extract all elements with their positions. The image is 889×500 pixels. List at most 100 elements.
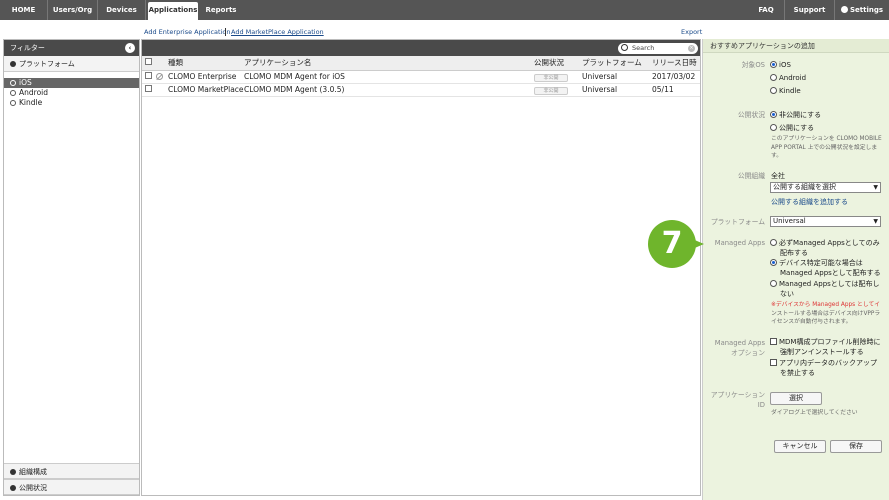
filter-item-label: iOS <box>19 78 32 87</box>
managed-option-line: デバイス特定可能な場合は <box>779 259 863 267</box>
cancel-button[interactable]: キャンセル <box>774 440 826 453</box>
search-input[interactable]: Search × <box>618 43 698 54</box>
checkbox-icon <box>770 359 777 366</box>
os-option-label: iOS <box>779 61 791 69</box>
status-badge: 非公開 <box>534 73 568 82</box>
save-button[interactable]: 保存 <box>830 440 882 453</box>
managed-option-line: ない <box>780 290 794 298</box>
note-line: ンストールする場合はデバイス向けVPPラ <box>771 310 881 317</box>
select-app-button[interactable]: 選択 <box>770 392 822 405</box>
col-type[interactable]: 種類 <box>168 56 244 71</box>
expand-icon <box>10 61 16 67</box>
export-link[interactable]: Export <box>681 28 702 36</box>
nav-support[interactable]: Support <box>784 0 834 20</box>
step-badge: 7 <box>648 220 696 268</box>
force-uninstall-option[interactable]: MDM構成プロファイル削除時に 強制アンインストールする <box>770 337 880 357</box>
os-option-label: Android <box>779 74 807 82</box>
cell-date: 05/11 <box>652 83 700 97</box>
filter-header: フィルター ‹ <box>4 40 139 56</box>
label-line: アプリケーション <box>710 391 765 399</box>
col-platform[interactable]: プラットフォーム <box>582 56 652 71</box>
app-table-panel: Search × 種類 アプリケーション名 公開状況 プラットフォーム リリース… <box>141 39 701 496</box>
nav-applications[interactable]: Applications <box>148 2 198 20</box>
nav-faq[interactable]: FAQ <box>748 0 784 20</box>
table-row[interactable]: CLOMO MarketPlace CLOMO MDM Agent (3.0.5… <box>142 83 700 97</box>
select-all-checkbox[interactable] <box>145 58 152 66</box>
row-icon-cell <box>156 70 168 84</box>
managed-label: Managed Apps <box>714 239 765 247</box>
disable-backup-option[interactable]: アプリ内データのバックアップ を禁止する <box>770 358 877 378</box>
collapse-icon[interactable]: ‹ <box>125 43 135 53</box>
cell-type: CLOMO MarketPlace <box>168 83 244 97</box>
status-group-header[interactable]: 公開状況 <box>4 479 139 495</box>
disabled-icon <box>156 73 163 80</box>
radio-icon <box>770 280 777 287</box>
publish-note: このアプリケーションを CLOMO MOBILE APP PORTAL 上での公… <box>771 135 882 161</box>
add-org-link[interactable]: 公開する組織を追加する <box>771 197 848 207</box>
platform-group-header[interactable]: プラットフォーム <box>4 56 139 72</box>
publish-option-label: 非公開にする <box>779 111 822 119</box>
nav-reports[interactable]: Reports <box>198 0 244 20</box>
filter-item-android[interactable]: Android <box>4 88 139 98</box>
circle-icon <box>10 80 16 86</box>
managed-option-never[interactable]: Managed Appsとしては配布し ない <box>770 279 879 299</box>
managed-option-line: 必ずManaged Appsとしてのみ <box>779 239 880 247</box>
radio-icon <box>770 111 777 118</box>
col-release[interactable]: リリース日時 <box>652 56 700 71</box>
cell-platform: Universal <box>582 70 652 84</box>
status-group-label: 公開状況 <box>19 484 47 492</box>
platform-select[interactable]: Universal ▼ <box>770 216 881 227</box>
add-marketplace-link[interactable]: Add MarketPlace Application <box>231 28 324 36</box>
filter-item-ios[interactable]: iOS <box>4 78 139 88</box>
cell-status: 非公開 <box>534 70 582 84</box>
radio-icon <box>770 87 777 94</box>
managed-option-if-identifiable[interactable]: デバイス特定可能な場合は Managed Appsとして配布する <box>770 258 881 278</box>
clear-icon[interactable]: × <box>688 45 695 52</box>
nav-devices[interactable]: Devices <box>98 0 146 20</box>
option-line: を禁止する <box>780 369 815 377</box>
org-select-value: 公開する組織を選択 <box>773 183 836 191</box>
org-select[interactable]: 公開する組織を選択 ▼ <box>770 182 881 193</box>
label-line: オプション <box>731 349 765 357</box>
row-checkbox[interactable] <box>145 72 152 79</box>
row-checkbox[interactable] <box>145 85 152 92</box>
org-group-header[interactable]: 組織構成 <box>4 463 139 479</box>
note-line: このアプリケーションを CLOMO MOBILE <box>771 136 882 142</box>
row-icon-cell <box>156 83 168 97</box>
managed-options-label: Managed Apps オプション <box>705 338 765 358</box>
row-select-cell <box>142 70 156 84</box>
filter-item-kindle[interactable]: Kindle <box>4 98 139 108</box>
platform-group-label: プラットフォーム <box>19 60 75 68</box>
filter-item-label: Kindle <box>19 98 43 107</box>
nav-home[interactable]: HOME <box>0 0 48 20</box>
radio-icon <box>770 61 777 68</box>
managed-option-always[interactable]: 必ずManaged Appsとしてのみ 配布する <box>770 238 880 258</box>
table-row[interactable]: CLOMO Enterprise CLOMO MDM Agent for iOS… <box>142 70 700 84</box>
note-line: イセンスが自動付与されます。 <box>771 319 852 325</box>
checkbox-icon <box>770 338 777 345</box>
add-enterprise-link[interactable]: Add Enterprise Application <box>144 28 230 36</box>
os-option-kindle[interactable]: Kindle <box>770 86 801 96</box>
top-nav: HOME Users/Org Devices Applications Repo… <box>0 0 889 20</box>
col-status[interactable]: 公開状況 <box>534 56 582 71</box>
managed-note: ※デバイスから Managed Apps としてイ ンストールする場合はデバイス… <box>771 301 880 327</box>
filter-panel: フィルター ‹ プラットフォーム iOS Android Kindle 組織構成… <box>3 39 140 496</box>
nav-settings-label: Settings <box>849 6 884 14</box>
app-id-note: ダイアログ上で選択してください <box>771 410 858 416</box>
option-line: アプリ内データのバックアップ <box>779 359 877 367</box>
publish-option-public[interactable]: 公開にする <box>770 123 814 133</box>
row-select-cell <box>142 83 156 97</box>
os-option-ios[interactable]: iOS <box>770 60 791 70</box>
circle-icon <box>10 90 16 96</box>
nav-users-org[interactable]: Users/Org <box>48 0 98 20</box>
nav-settings[interactable]: Settings <box>834 0 889 20</box>
cell-date: 2017/03/02 <box>652 70 700 84</box>
link-separator <box>225 28 226 36</box>
filter-item-label: Android <box>19 88 48 97</box>
col-name[interactable]: アプリケーション名 <box>244 56 534 71</box>
os-option-android[interactable]: Android <box>770 73 806 83</box>
org-group-label: 組織構成 <box>19 468 47 476</box>
table-toolbar: Search × <box>142 40 700 56</box>
chevron-down-icon: ▼ <box>873 184 878 191</box>
publish-option-private[interactable]: 非公開にする <box>770 110 821 120</box>
